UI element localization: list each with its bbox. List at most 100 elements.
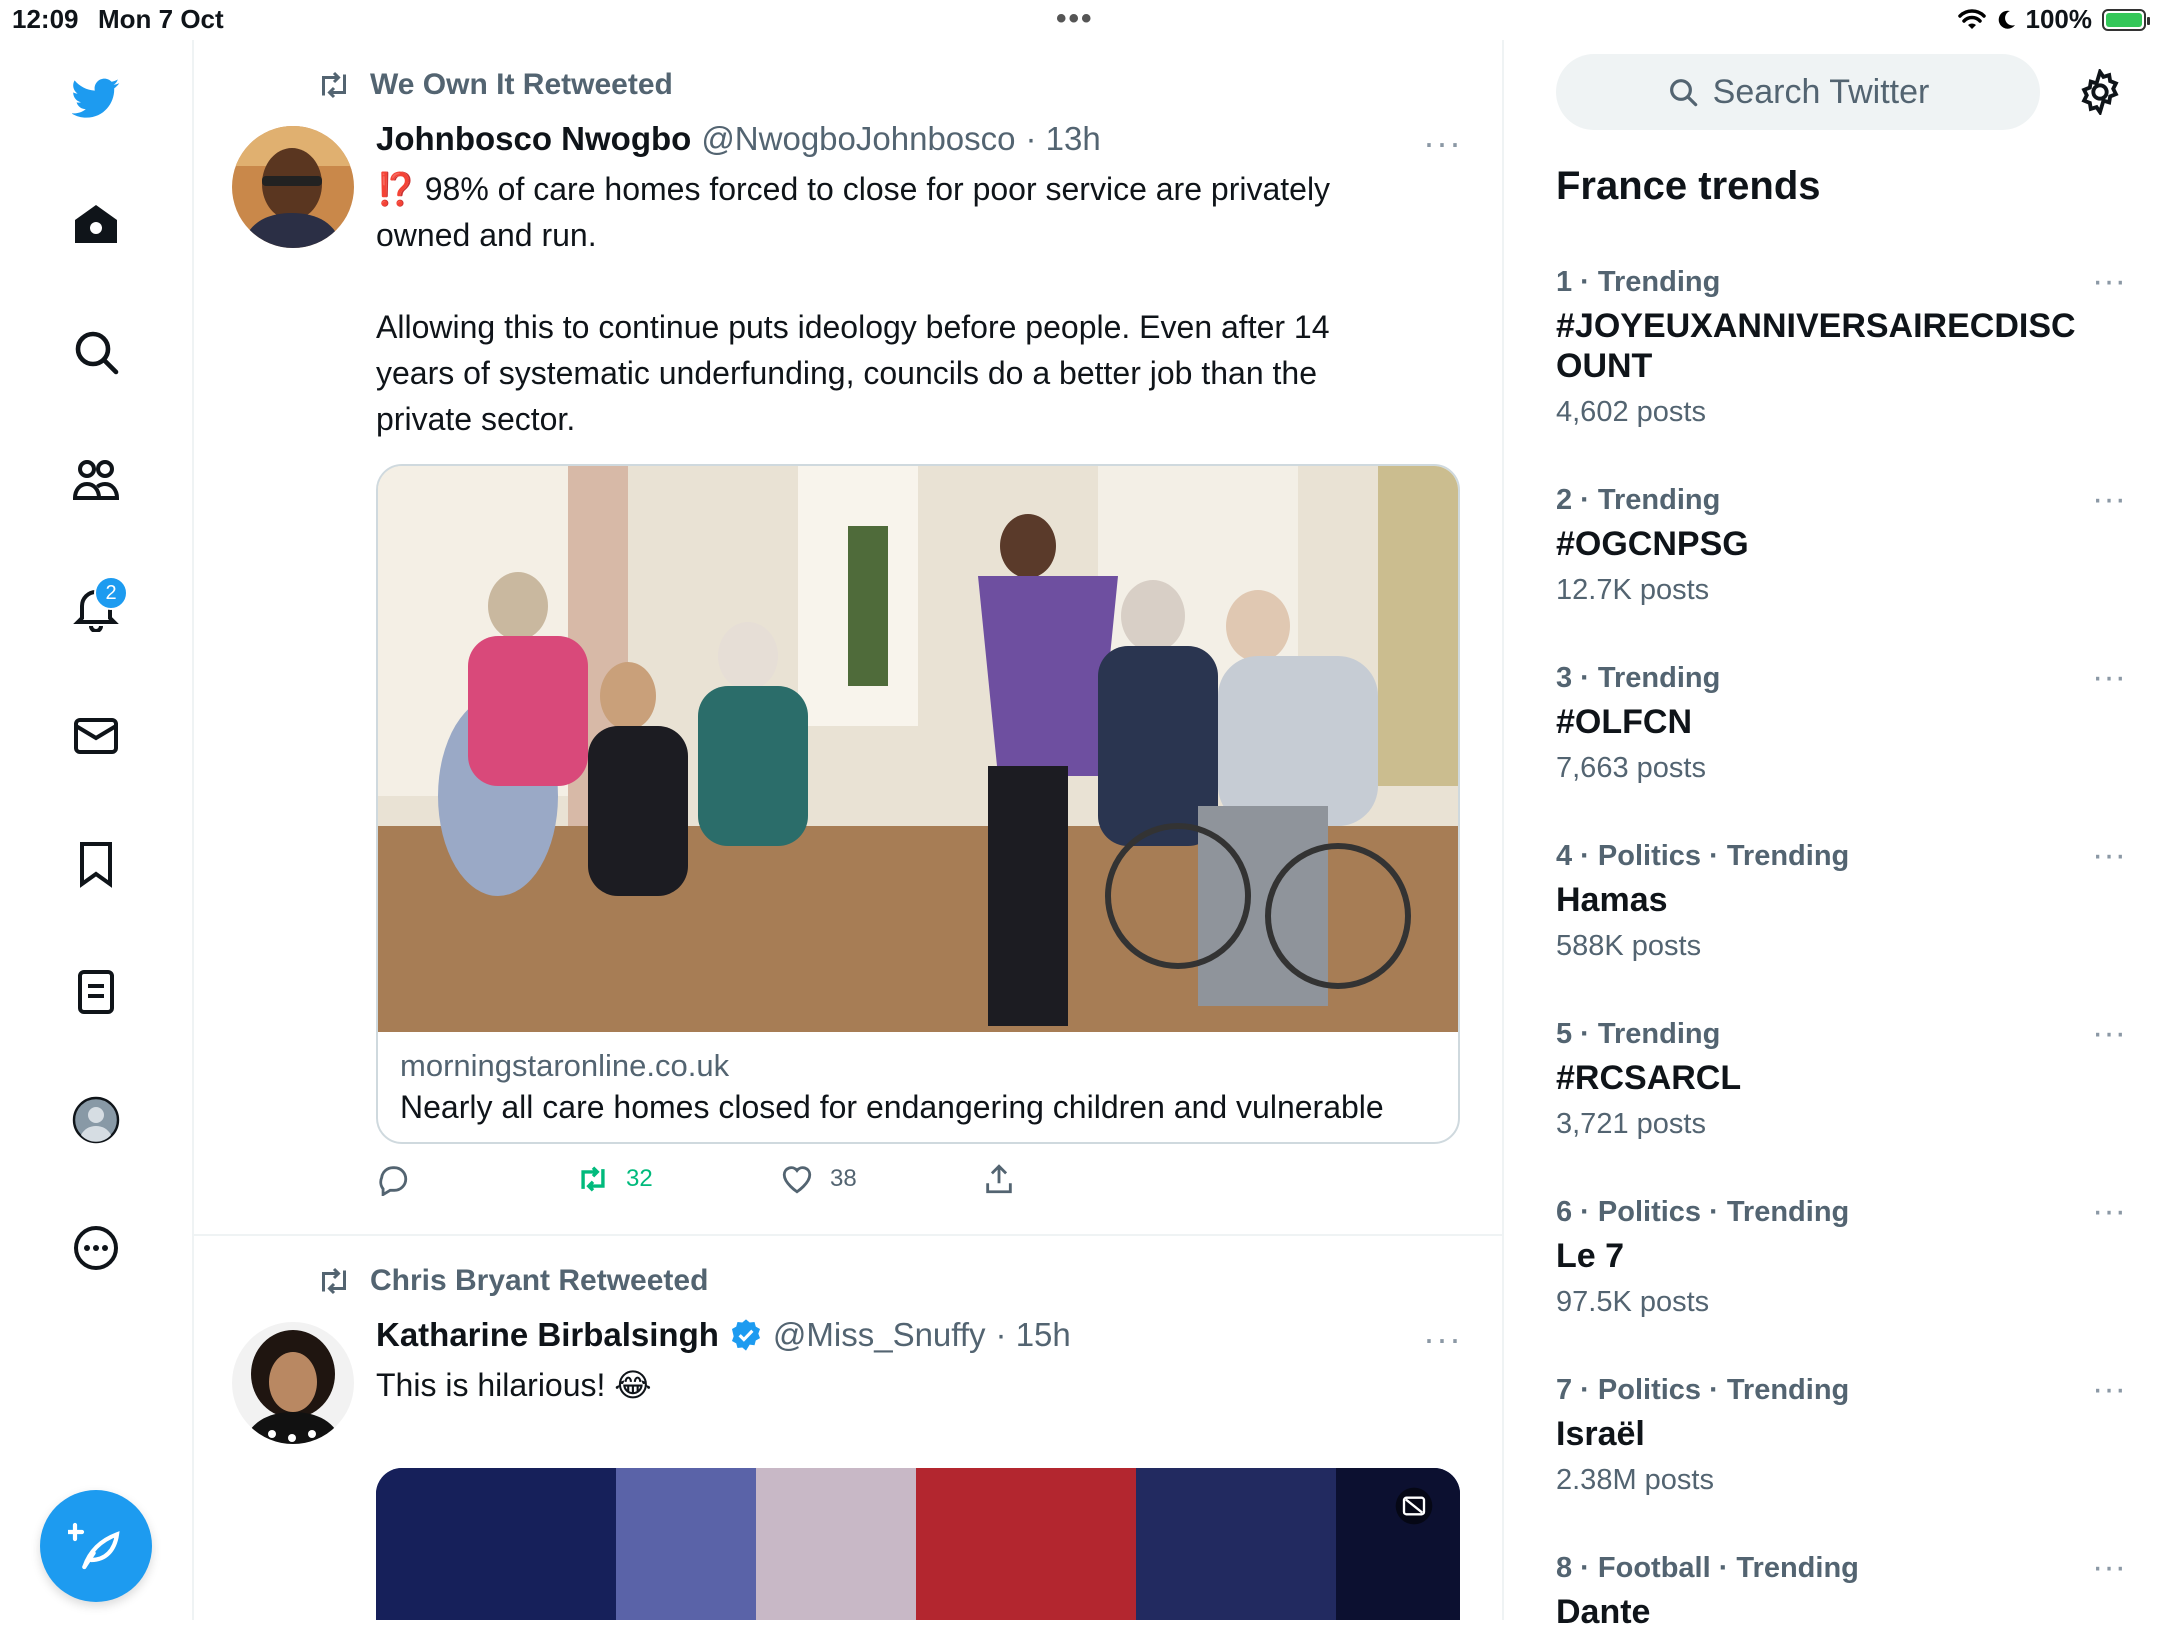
trend-name: Hamas: [1556, 881, 1668, 919]
trend-name: Israël: [1556, 1415, 1645, 1453]
timeline-feed[interactable]: We Own It Retweeted Johnbosco Nwogbo @Nw…: [192, 40, 1504, 1620]
verified-badge-icon: [731, 1319, 760, 1351]
battery-icon: [2102, 8, 2150, 31]
search-placeholder: Search Twitter: [1712, 72, 1930, 111]
notifications-bell-icon[interactable]: 2: [62, 574, 130, 642]
right-sidebar: Search Twitter France trends 1 · Trendin…: [1504, 40, 2160, 1631]
trend-meta: 6 · Politics · Trending: [1556, 1196, 1850, 1228]
search-icon: [1669, 79, 1697, 107]
trend-more-icon[interactable]: ···: [2092, 262, 2126, 301]
retweet-count: 32: [626, 1165, 653, 1192]
tweet-time[interactable]: · 15h: [996, 1316, 1071, 1354]
share-button[interactable]: [982, 1162, 1016, 1196]
search-input[interactable]: Search Twitter: [1556, 54, 2040, 130]
trend-meta: 2 · Trending: [1556, 484, 1721, 516]
status-indicators: 100%: [1957, 4, 2150, 35]
lists-icon[interactable]: [62, 958, 130, 1026]
tweet-text-line: private sector.: [376, 401, 576, 437]
trend-posts: 3,721 posts: [1556, 1108, 1706, 1140]
trend-more-icon[interactable]: ···: [2092, 1370, 2126, 1409]
retweet-button[interactable]: 32: [576, 1162, 780, 1196]
trend-item[interactable]: 2 · Trending #OGCNPSG 12.7K posts ···: [1556, 480, 2126, 610]
trends-heading: France trends: [1556, 164, 1821, 208]
trend-item[interactable]: 3 · Trending #OLFCN 7,663 posts ···: [1556, 658, 2126, 788]
link-card[interactable]: morningstaronline.co.uk Nearly all care …: [376, 464, 1460, 1144]
trend-name: Dante: [1556, 1593, 1651, 1631]
compose-tweet-button[interactable]: [40, 1490, 152, 1602]
trend-meta: 4 · Politics · Trending: [1556, 840, 1850, 872]
trend-meta: 1 · Trending: [1556, 266, 1721, 298]
trend-item[interactable]: 6 · Politics · Trending Le 7 97.5K posts…: [1556, 1192, 2126, 1322]
retweeted-by-label[interactable]: Chris Bryant Retweeted: [370, 1264, 708, 1298]
tweet-text: ⁉️ 98% of care homes forced to close for…: [376, 166, 1436, 442]
trend-item[interactable]: 5 · Trending #RCSARCL 3,721 posts ···: [1556, 1014, 2126, 1144]
media-settings-icon[interactable]: [1394, 1486, 1434, 1526]
author-handle[interactable]: @NwogboJohnbosco: [701, 120, 1015, 158]
video-media[interactable]: [376, 1468, 1460, 1620]
tweet-text-line: years of systematic underfunding, counci…: [376, 355, 1317, 391]
retweeted-by-label[interactable]: We Own It Retweeted: [370, 68, 673, 102]
trend-name: #JOYEUXANNIVERSAIRECDISCOUNT: [1556, 307, 2076, 385]
retweet-icon: [581, 1166, 605, 1192]
trend-more-icon[interactable]: ···: [2092, 1192, 2126, 1231]
profile-avatar-icon[interactable]: [62, 1086, 130, 1154]
trend-posts: 4,602 posts: [1556, 396, 1706, 428]
trend-posts: 7,663 posts: [1556, 752, 1706, 784]
like-button[interactable]: 38: [780, 1162, 982, 1196]
battery-level-fill: [2106, 12, 2142, 27]
moon-icon: [1998, 10, 2015, 29]
link-card-title: Nearly all care homes closed for endange…: [400, 1089, 1384, 1125]
link-card-image: [378, 466, 1458, 1032]
trend-item[interactable]: 4 · Politics · Trending Hamas 588K posts…: [1556, 836, 2126, 966]
trend-posts: 97.5K posts: [1556, 1286, 1710, 1318]
more-options-icon[interactable]: [62, 1214, 130, 1282]
author-name[interactable]: Katharine Birbalsingh: [376, 1316, 719, 1354]
author-name[interactable]: Johnbosco Nwogbo: [376, 120, 691, 158]
tweet-text-line: ⁉️ 98% of care homes forced to close for…: [376, 171, 1331, 207]
trend-more-icon[interactable]: ···: [2092, 480, 2126, 519]
tweet[interactable]: We Own It Retweeted Johnbosco Nwogbo @Nw…: [192, 40, 1502, 1236]
share-icon: [986, 1164, 1012, 1194]
home-icon[interactable]: [62, 190, 130, 258]
link-card-meta: morningstaronline.co.uk Nearly all care …: [378, 1032, 1458, 1142]
trend-name: Le 7: [1556, 1237, 1625, 1275]
retweet-small-icon: [322, 71, 346, 99]
reply-icon: [379, 1166, 408, 1196]
trend-more-icon[interactable]: ···: [2092, 836, 2126, 875]
tweet-more-icon[interactable]: ···: [1423, 122, 1462, 164]
trend-more-icon[interactable]: ···: [2092, 1548, 2126, 1587]
communities-icon[interactable]: [62, 446, 130, 514]
battery-percent: 100%: [2025, 4, 2093, 34]
multitasking-dots-icon[interactable]: •••: [1056, 2, 1094, 36]
bookmark-icon[interactable]: [62, 830, 130, 898]
left-nav: 2: [0, 40, 194, 1620]
retweet-context: We Own It Retweeted: [316, 68, 673, 102]
trend-item[interactable]: 7 · Politics · Trending Israël 2.38M pos…: [1556, 1370, 2126, 1500]
settings-gear-icon[interactable]: [2072, 64, 2128, 120]
avatar[interactable]: [232, 126, 354, 248]
messages-envelope-icon[interactable]: [62, 702, 130, 770]
trend-item[interactable]: 8 · Football · Trending Dante ···: [1556, 1548, 2126, 1632]
reply-button[interactable]: [376, 1162, 576, 1196]
trend-meta: 7 · Politics · Trending: [1556, 1374, 1850, 1406]
trend-more-icon[interactable]: ···: [2092, 658, 2126, 697]
tweet[interactable]: Chris Bryant Retweeted Katharine Birbals…: [192, 1236, 1502, 1620]
status-time: 12:09: [12, 4, 79, 34]
twitter-logo-icon[interactable]: [62, 64, 130, 132]
tweet-text-line: Allowing this to continue puts ideology …: [376, 309, 1330, 345]
trend-item[interactable]: 1 · Trending #JOYEUXANNIVERSAIRECDISCOUN…: [1556, 262, 2126, 432]
status-date: Mon 7 Oct: [98, 4, 224, 34]
tweet-actions: 32 38: [376, 1162, 1016, 1196]
avatar[interactable]: [232, 1322, 354, 1444]
trend-name: #OLFCN: [1556, 703, 1692, 741]
tweet-text-line: This is hilarious! 😂: [376, 1367, 652, 1403]
author-handle[interactable]: @Miss_Snuffy: [773, 1316, 986, 1354]
notifications-badge: 2: [94, 576, 128, 610]
search-icon[interactable]: [62, 318, 130, 386]
heart-icon: [782, 1166, 812, 1194]
trend-more-icon[interactable]: ···: [2092, 1014, 2126, 1053]
tweet-time[interactable]: · 13h: [1026, 120, 1101, 158]
trend-posts: 588K posts: [1556, 930, 1702, 962]
tweet-more-icon[interactable]: ···: [1423, 1318, 1462, 1360]
trend-name: #RCSARCL: [1556, 1059, 1742, 1097]
